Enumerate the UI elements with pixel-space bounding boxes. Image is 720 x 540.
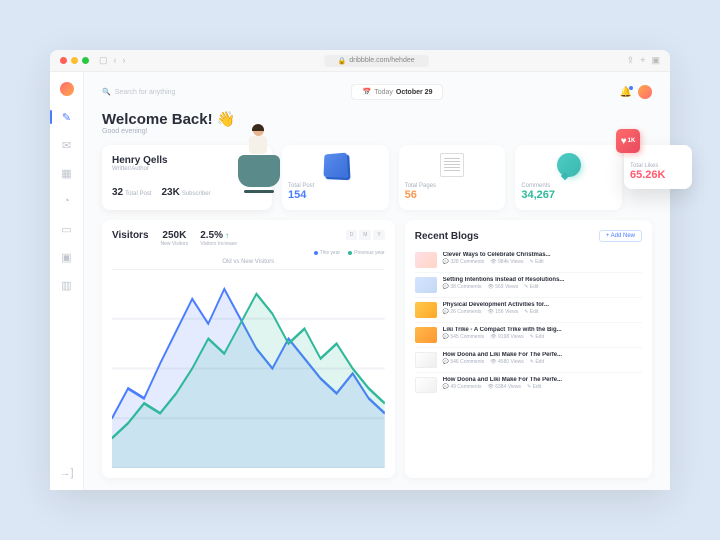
maximize-window-icon[interactable] <box>82 57 89 64</box>
close-window-icon[interactable] <box>60 57 67 64</box>
share-icon[interactable]: ⇪ <box>627 55 635 66</box>
book-icon <box>324 153 349 178</box>
welcome-sub: Good evening! <box>102 128 652 135</box>
nav-clock-icon[interactable]: ◔ <box>60 194 74 208</box>
blog-title: Liki Trike - A Compact Trike with the Bi… <box>443 327 642 333</box>
edit-link[interactable]: ✎ Edit <box>530 359 544 365</box>
range-m[interactable]: M <box>359 230 371 240</box>
views-meta: 👁 569 Views <box>487 284 518 290</box>
nav-mail-icon[interactable]: ✉ <box>60 138 74 152</box>
add-tab-icon[interactable]: + <box>640 55 645 66</box>
comments-meta: 💬 545 Comments <box>443 334 485 340</box>
views-meta: 👁 6384 Views <box>487 384 521 390</box>
card-comments[interactable]: Comments 34,267 <box>515 145 622 210</box>
add-new-button[interactable]: + Add New <box>599 230 642 242</box>
blog-title: Physical Development Activities for... <box>443 302 642 308</box>
visitors-panel: Visitors 250KNew Visitors 2.5%↑Visitors … <box>102 220 395 478</box>
subscriber-value: 23K <box>161 187 179 198</box>
forward-icon[interactable]: › <box>123 55 126 66</box>
views-meta: 👁 9198 Views <box>490 334 524 340</box>
visitors-title: Visitors <box>112 230 149 241</box>
blog-title: How Doona and Liki Make For The Perfe... <box>443 352 642 358</box>
pages-icon <box>440 153 464 177</box>
range-d[interactable]: D <box>346 230 358 240</box>
back-icon[interactable]: ‹ <box>114 55 117 66</box>
card-total-post[interactable]: Total Post 154 <box>282 145 389 210</box>
views-meta: 👁 4580 Views <box>490 359 524 365</box>
chart-legend: This year Previous year <box>112 250 385 256</box>
welcome: Welcome Back! 👋 Good evening! <box>102 110 652 135</box>
comments-meta: 💬 546 Comments <box>443 359 485 365</box>
arrow-up-icon: ↑ <box>225 231 229 240</box>
sidebar-toggle-icon[interactable]: ▢ <box>99 55 108 66</box>
heart-icon: ♥1K <box>616 129 640 153</box>
blog-item[interactable]: How Doona and Liki Make For The Perfe...… <box>415 348 642 373</box>
minimize-window-icon[interactable] <box>71 57 78 64</box>
blog-thumb <box>415 252 437 268</box>
blog-thumb <box>415 377 437 393</box>
comments-meta: 💬 49 Comments <box>443 384 482 390</box>
sidebar: ✎ ✉ ▦ ◔ ▭ ▣ ▥ →] <box>50 72 84 490</box>
search-input[interactable]: 🔍 Search for anything <box>102 88 175 96</box>
blog-item[interactable]: Liki Trike - A Compact Trike with the Bi… <box>415 323 642 348</box>
comments-meta: 💬 38 Comments <box>443 284 482 290</box>
blogs-title: Recent Blogs <box>415 231 479 242</box>
blog-item[interactable]: Setting Intentions Instead of Resolution… <box>415 273 642 298</box>
app: ✎ ✉ ▦ ◔ ▭ ▣ ▥ →] 🔍 Search for anything 📅… <box>50 72 670 490</box>
nav-write-icon[interactable]: ✎ <box>60 110 74 124</box>
blog-title: How Doona and Liki Make For The Perfe... <box>443 377 642 383</box>
nav-building-icon[interactable]: ▥ <box>60 278 74 292</box>
recent-blogs-panel: Recent Blogs + Add New Clever Ways to Ce… <box>405 220 652 478</box>
avatar[interactable] <box>638 85 652 99</box>
card-total-pages[interactable]: Total Pages 56 <box>399 145 506 210</box>
views-meta: 👁 156 Views <box>487 309 518 315</box>
blog-thumb <box>415 302 437 318</box>
edit-link[interactable]: ✎ Edit <box>529 259 543 265</box>
topbar: 🔍 Search for anything 📅 Today October 29… <box>102 84 652 100</box>
logo-icon[interactable] <box>60 82 74 96</box>
blog-item[interactable]: How Doona and Liki Make For The Perfe...… <box>415 373 642 397</box>
edit-link[interactable]: ✎ Edit <box>530 334 544 340</box>
blog-thumb <box>415 327 437 343</box>
card-total-likes[interactable]: ♥1K Total Likes 65.26K <box>624 145 692 189</box>
welcome-title: Welcome Back! 👋 <box>102 110 652 128</box>
nav-folder-icon[interactable]: ▭ <box>60 222 74 236</box>
total-post-value: 32 <box>112 187 123 198</box>
blog-thumb <box>415 277 437 293</box>
notification-icon[interactable]: 🔔 <box>620 87 632 98</box>
titlebar: ▢ ‹ › 🔒 dribbble.com/hehdee ⇪ + ▣ <box>50 50 670 72</box>
logout-icon[interactable]: →] <box>60 466 74 480</box>
visitors-chart <box>112 269 385 468</box>
comments-meta: 💬 26 Comments <box>443 309 482 315</box>
blog-title: Setting Intentions Instead of Resolution… <box>443 277 642 283</box>
range-y[interactable]: Y <box>373 230 384 240</box>
edit-link[interactable]: ✎ Edit <box>524 309 538 315</box>
blog-title: Clever Ways to Celebrate Christmas... <box>443 252 642 258</box>
person-illustration <box>230 121 288 187</box>
tabs-icon[interactable]: ▣ <box>651 55 660 66</box>
nav-briefcase-icon[interactable]: ▣ <box>60 250 74 264</box>
views-meta: 👁 984k Views <box>490 259 523 265</box>
comments-meta: 💬 328 Comments <box>443 259 485 265</box>
blog-thumb <box>415 352 437 368</box>
date-picker[interactable]: 📅 Today October 29 <box>351 84 443 100</box>
browser-window: ▢ ‹ › 🔒 dribbble.com/hehdee ⇪ + ▣ ✎ ✉ ▦ … <box>50 50 670 490</box>
blog-item[interactable]: Physical Development Activities for... 💬… <box>415 298 642 323</box>
blog-item[interactable]: Clever Ways to Celebrate Christmas... 💬 … <box>415 248 642 273</box>
nav-image-icon[interactable]: ▦ <box>60 166 74 180</box>
main: 🔍 Search for anything 📅 Today October 29… <box>84 72 670 490</box>
url-bar[interactable]: 🔒 dribbble.com/hehdee <box>324 55 429 67</box>
profile-card: Henry Qells Writter/Author 32Total Post … <box>102 145 272 210</box>
edit-link[interactable]: ✎ Edit <box>524 284 538 290</box>
comment-icon <box>557 153 581 177</box>
edit-link[interactable]: ✎ Edit <box>527 384 541 390</box>
